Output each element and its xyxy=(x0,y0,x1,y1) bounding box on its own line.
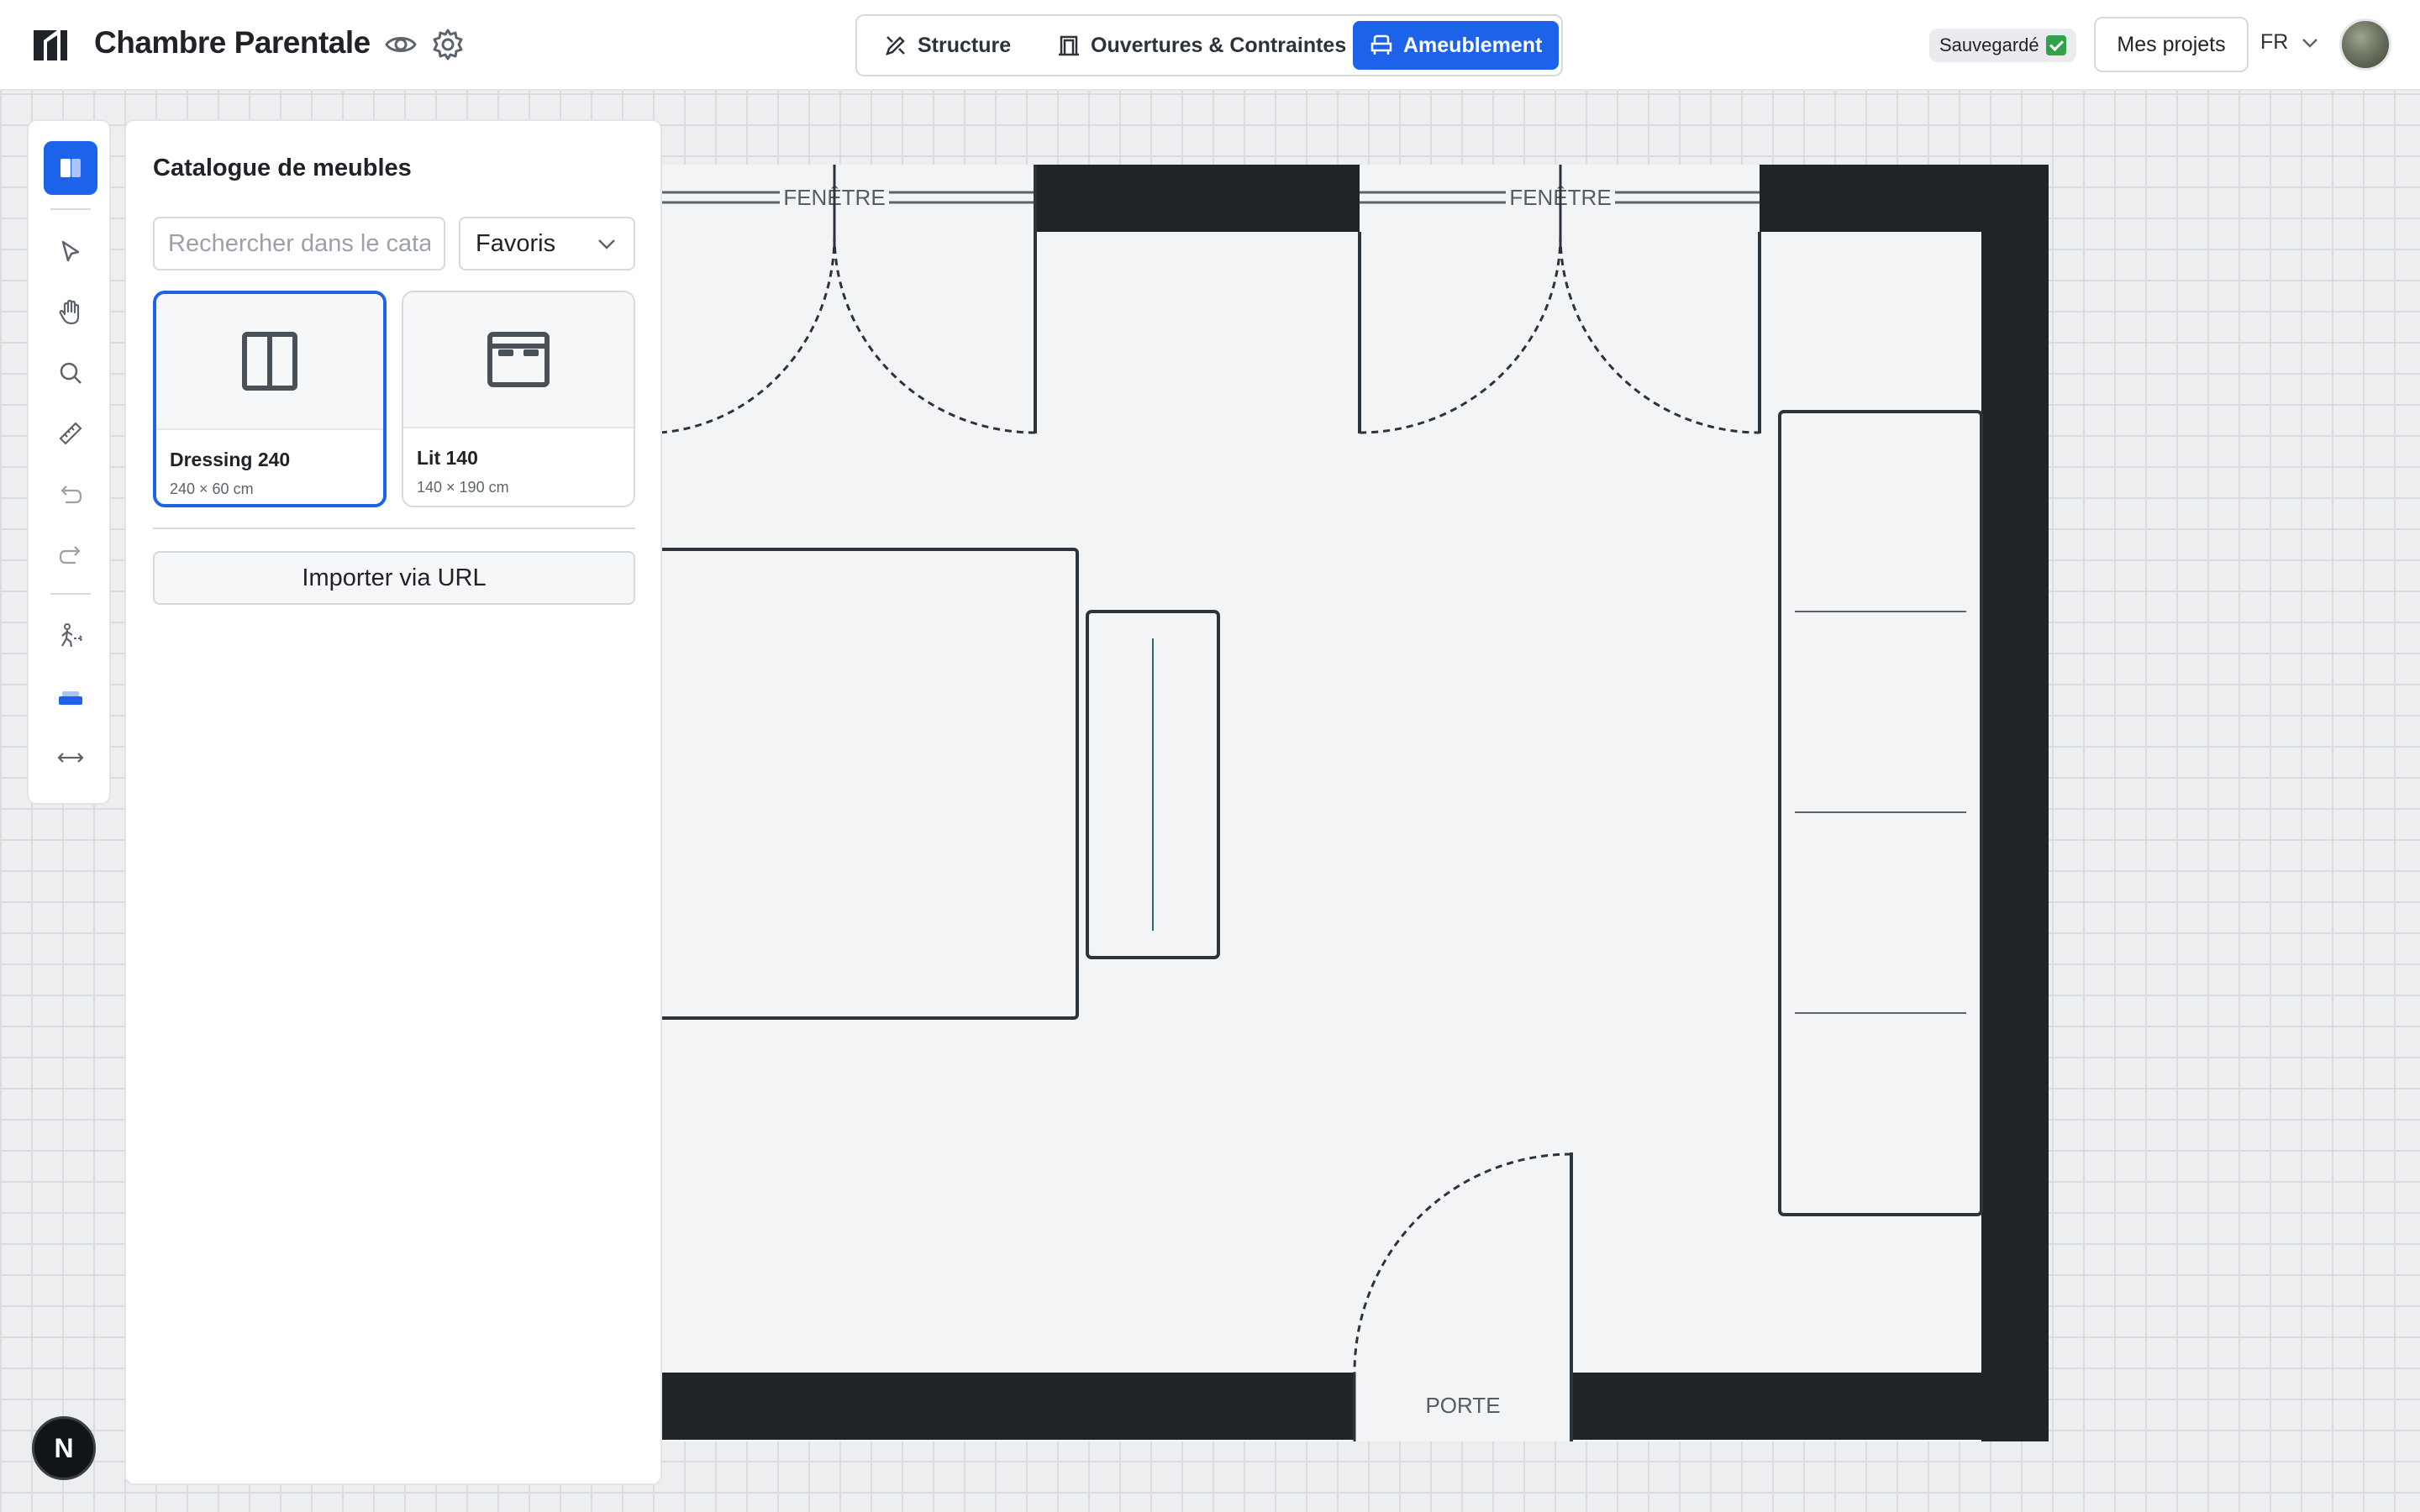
chevron-down-icon xyxy=(598,239,615,249)
catalogue-search-input[interactable] xyxy=(153,217,445,270)
furniture-catalogue-panel: Catalogue de meubles Favoris Dressing 24… xyxy=(124,119,662,1485)
wall-bottom-left[interactable] xyxy=(660,1373,1355,1440)
bed-furniture[interactable] xyxy=(637,548,1079,1020)
wardrobe-icon xyxy=(242,332,297,391)
door-label: PORTE xyxy=(1425,1393,1500,1418)
item-name: Dressing 240 xyxy=(170,449,291,470)
import-url-button[interactable]: Importer via URL xyxy=(153,551,635,605)
catalogue-filter-select[interactable]: Favoris xyxy=(459,217,635,270)
item-dimensions: 240 × 60 cm xyxy=(170,480,254,497)
panel-divider xyxy=(153,528,635,529)
bench-furniture[interactable] xyxy=(1086,610,1220,959)
card-thumbnail xyxy=(403,292,634,428)
catalogue-item-dressing[interactable]: Dressing 240 240 × 60 cm xyxy=(153,291,387,507)
item-dimensions: 140 × 190 cm xyxy=(417,479,509,496)
bed-icon xyxy=(487,332,550,387)
wall-top-middle[interactable] xyxy=(1035,165,1360,232)
card-thumbnail xyxy=(156,294,383,430)
wall-bottom-right[interactable] xyxy=(1571,1373,2049,1440)
dressing-furniture[interactable] xyxy=(1778,410,1983,1216)
panel-title: Catalogue de meubles xyxy=(153,155,412,181)
filter-selected-value: Favoris xyxy=(476,229,556,257)
catalogue-item-lit[interactable]: Lit 140 140 × 190 cm xyxy=(402,291,635,507)
wall-right[interactable] xyxy=(1981,165,2049,1441)
item-name: Lit 140 xyxy=(417,447,478,469)
